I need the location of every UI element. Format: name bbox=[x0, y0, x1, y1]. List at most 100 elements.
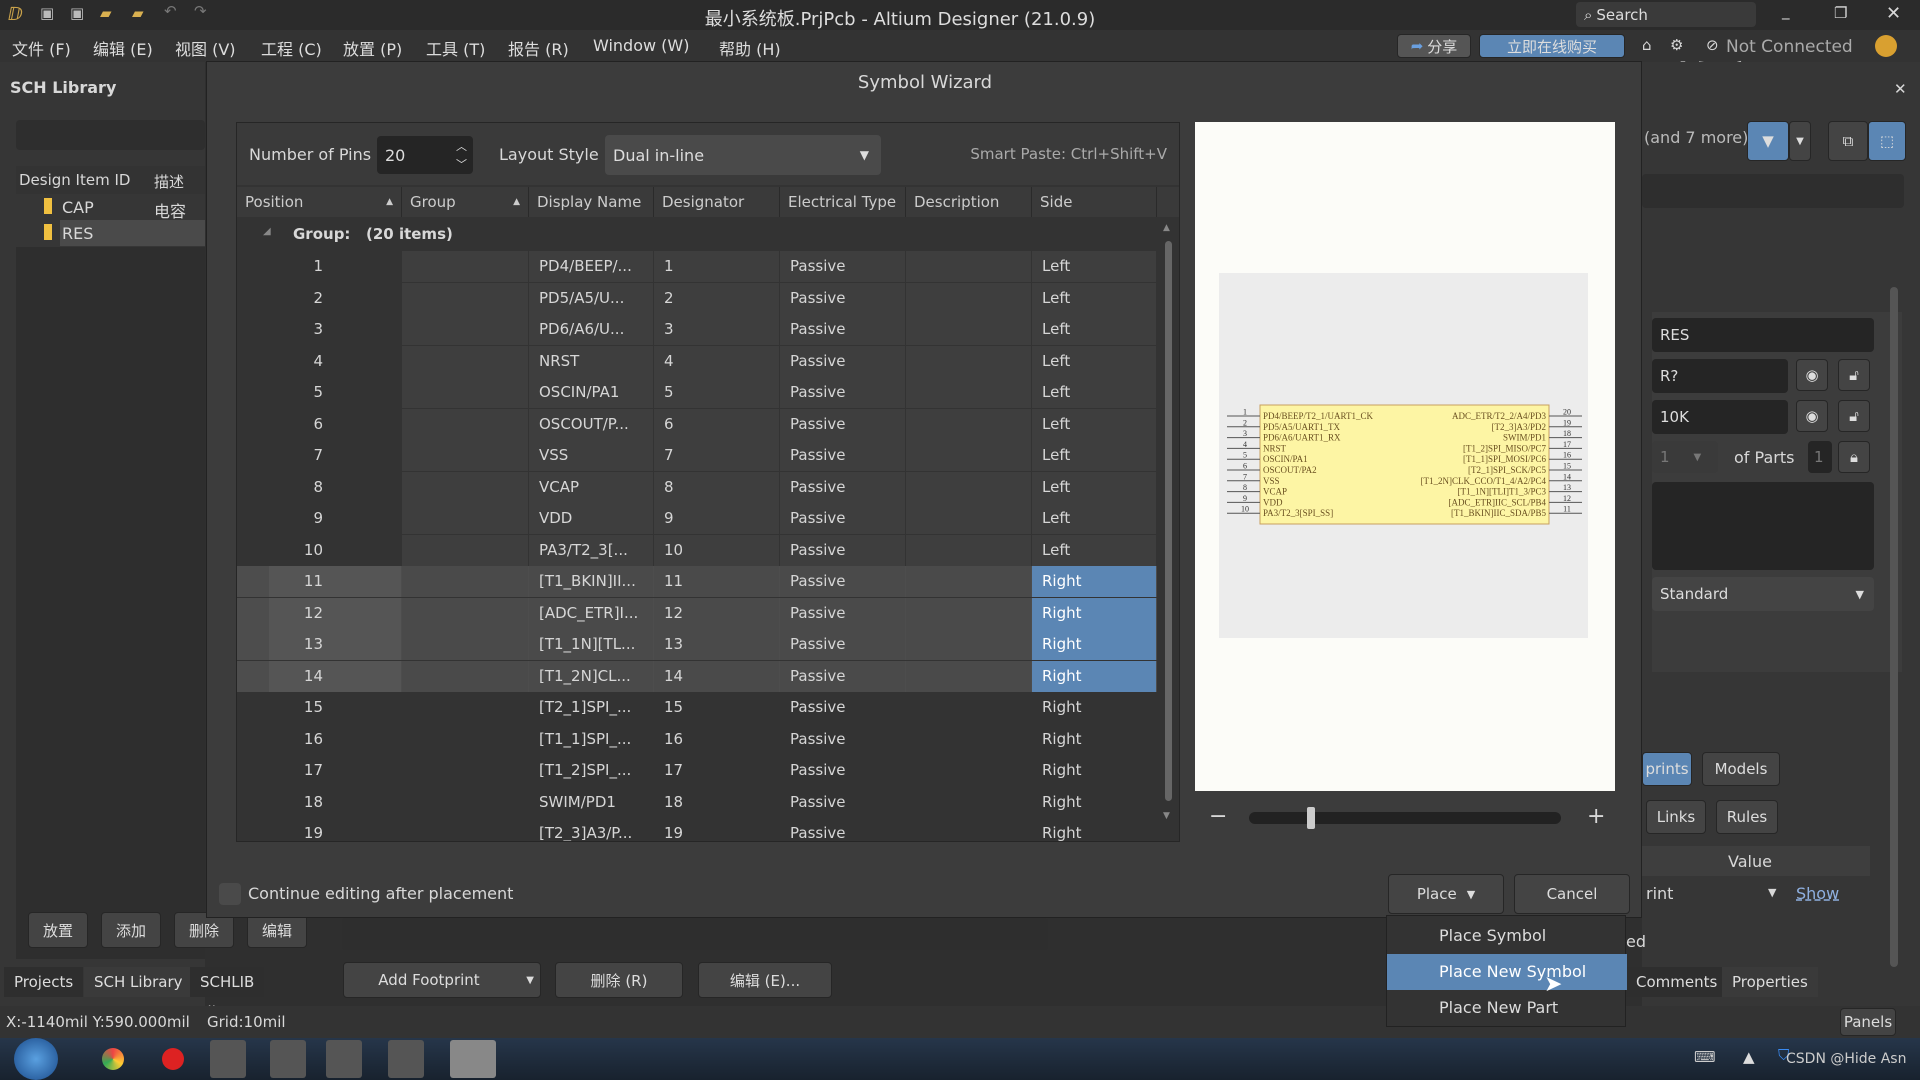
chevron-down-icon[interactable]: ▼ bbox=[526, 975, 534, 986]
cell-desc[interactable] bbox=[906, 629, 1031, 660]
cell-group[interactable] bbox=[402, 724, 528, 755]
zoom-slider-thumb[interactable] bbox=[1307, 807, 1316, 829]
cell-side[interactable]: Left bbox=[1032, 408, 1156, 440]
description-field[interactable] bbox=[1652, 482, 1874, 570]
wps-icon[interactable] bbox=[326, 1040, 362, 1078]
cell-pos[interactable]: 14 bbox=[269, 660, 401, 692]
pointer-select-button[interactable]: ⬚ bbox=[1868, 121, 1906, 161]
cell-name[interactable]: [T1_1]SPI_... bbox=[529, 724, 653, 755]
cell-side[interactable]: Right bbox=[1032, 818, 1156, 841]
cell-type[interactable]: Passive bbox=[780, 503, 905, 534]
cell-type[interactable]: Passive bbox=[780, 566, 905, 597]
table-row[interactable]: 16 [T1_1]SPI_... 16 Passive Right bbox=[237, 724, 1157, 755]
cell-desc[interactable] bbox=[906, 597, 1031, 629]
cell-group[interactable] bbox=[402, 660, 528, 692]
eye-icon[interactable]: ◉ bbox=[1796, 400, 1828, 432]
cell-type[interactable]: Passive bbox=[780, 629, 905, 660]
column-display-name[interactable]: Display Name bbox=[529, 187, 654, 217]
cell-type[interactable]: Passive bbox=[780, 377, 905, 408]
cell-side[interactable]: Right bbox=[1032, 660, 1156, 692]
cell-group[interactable] bbox=[402, 597, 528, 629]
collapse-icon[interactable]: ◢ bbox=[263, 226, 271, 237]
menu-place[interactable]: 放置 (P) bbox=[343, 36, 402, 60]
cell-pos[interactable]: 5 bbox=[237, 377, 401, 408]
search-input[interactable]: ⌕ Search bbox=[1576, 2, 1756, 27]
cell-side[interactable]: Left bbox=[1032, 314, 1156, 345]
cell-side[interactable]: Right bbox=[1032, 629, 1156, 660]
menu-edit[interactable]: 编辑 (E) bbox=[93, 36, 153, 60]
cell-name[interactable]: [ADC_ETR]I... bbox=[529, 597, 653, 629]
cell-name[interactable]: PA3/T2_3[... bbox=[529, 534, 653, 566]
table-row[interactable]: 15 [T2_1]SPI_... 15 Passive Right bbox=[237, 692, 1157, 723]
cell-group[interactable] bbox=[402, 314, 528, 345]
cell-desc[interactable] bbox=[906, 503, 1031, 534]
cell-name[interactable]: [T1_2N]CL... bbox=[529, 660, 653, 692]
filter-dropdown[interactable]: ▼ bbox=[1789, 121, 1811, 161]
column-position[interactable]: Position ▲ bbox=[237, 187, 402, 217]
scroll-thumb[interactable] bbox=[1165, 241, 1172, 801]
cell-desc[interactable] bbox=[906, 251, 1031, 282]
cell-type[interactable]: Passive bbox=[780, 345, 905, 377]
keyboard-icon[interactable]: ⌨ bbox=[1694, 1048, 1716, 1066]
cell-type[interactable]: Passive bbox=[780, 660, 905, 692]
cell-desc[interactable] bbox=[906, 345, 1031, 377]
chevron-down-icon[interactable]: ▼ bbox=[1768, 886, 1776, 899]
cell-side[interactable]: Left bbox=[1032, 377, 1156, 408]
cell-name[interactable]: [T2_1]SPI_... bbox=[529, 692, 653, 723]
table-row[interactable]: 14 [T1_2N]CL... 14 Passive Right bbox=[237, 660, 1157, 692]
cell-type[interactable]: Passive bbox=[780, 724, 905, 755]
pins-stepper[interactable]: 20 ︿ ﹀ bbox=[377, 136, 473, 174]
cell-des[interactable]: 19 bbox=[654, 818, 779, 841]
list-item[interactable]: CAP 电容 bbox=[16, 194, 205, 221]
lock-open-icon[interactable]: 🔓︎ bbox=[1838, 359, 1870, 391]
cell-group[interactable] bbox=[402, 692, 528, 723]
cell-group[interactable] bbox=[402, 471, 528, 503]
cell-side[interactable]: Left bbox=[1032, 503, 1156, 534]
table-row[interactable]: 8 VCAP 8 Passive Left bbox=[237, 471, 1157, 503]
cancel-button[interactable]: Cancel bbox=[1514, 874, 1630, 914]
cell-desc[interactable] bbox=[906, 440, 1031, 471]
stepper-up-icon[interactable]: ︿ bbox=[456, 138, 467, 154]
filter-button[interactable]: ▼ bbox=[1747, 121, 1789, 161]
column-description[interactable]: 描述 bbox=[154, 171, 184, 192]
cell-side[interactable]: Right bbox=[1032, 724, 1156, 755]
cell-pos[interactable]: 16 bbox=[237, 724, 401, 755]
start-button[interactable] bbox=[14, 1038, 58, 1080]
cell-des[interactable]: 1 bbox=[654, 251, 779, 282]
cell-desc[interactable] bbox=[906, 377, 1031, 408]
cell-type[interactable]: Passive bbox=[780, 818, 905, 841]
altium-taskbar-icon[interactable] bbox=[270, 1040, 306, 1078]
table-row[interactable]: 10 PA3/T2_3[... 10 Passive Left bbox=[237, 534, 1157, 566]
cell-pos[interactable]: 6 bbox=[237, 409, 401, 440]
menu-file[interactable]: 文件 (F) bbox=[12, 36, 71, 60]
cell-name[interactable]: VCAP bbox=[529, 471, 653, 503]
cell-desc[interactable] bbox=[906, 755, 1031, 786]
table-row[interactable]: 11 [T1_BKIN]II... 11 Passive Right bbox=[237, 566, 1157, 597]
cell-name[interactable]: PD4/BEEP/... bbox=[529, 251, 653, 282]
altium-active-icon[interactable] bbox=[450, 1040, 496, 1078]
cell-side[interactable]: Right bbox=[1032, 566, 1156, 597]
cell-des[interactable]: 7 bbox=[654, 440, 779, 471]
cell-desc[interactable] bbox=[906, 408, 1031, 440]
menu-tools[interactable]: 工具 (T) bbox=[426, 36, 485, 60]
share-button[interactable]: ➦ 分享 bbox=[1397, 34, 1471, 58]
cell-name[interactable]: [T2_3]A3/P... bbox=[529, 818, 653, 841]
zoom-slider-track[interactable] bbox=[1249, 812, 1561, 824]
cell-des[interactable]: 11 bbox=[654, 566, 779, 597]
cell-pos[interactable]: 15 bbox=[237, 692, 401, 723]
cell-desc[interactable] bbox=[906, 282, 1031, 314]
cell-desc[interactable] bbox=[906, 787, 1031, 818]
table-row[interactable]: 6 OSCOUT/P... 6 Passive Left bbox=[237, 408, 1157, 440]
cell-type[interactable]: Passive bbox=[780, 787, 905, 818]
chrome-icon[interactable] bbox=[102, 1048, 124, 1070]
cell-name[interactable]: PD6/A6/U... bbox=[529, 314, 653, 345]
table-row[interactable]: 7 VSS 7 Passive Left bbox=[237, 440, 1157, 471]
tab-schlib-filter[interactable]: SCHLIB Filter bbox=[190, 967, 265, 1021]
cell-pos[interactable]: 4 bbox=[237, 346, 401, 377]
cell-name[interactable]: OSCOUT/P... bbox=[529, 408, 653, 440]
cell-side[interactable]: Left bbox=[1032, 440, 1156, 471]
part-select[interactable]: 1 ▼ bbox=[1652, 441, 1718, 473]
lock-open-icon[interactable]: 🔓︎ bbox=[1838, 400, 1870, 432]
zoom-out-button[interactable]: − bbox=[1209, 804, 1227, 829]
table-row[interactable]: 3 PD6/A6/U... 3 Passive Left bbox=[237, 314, 1157, 345]
